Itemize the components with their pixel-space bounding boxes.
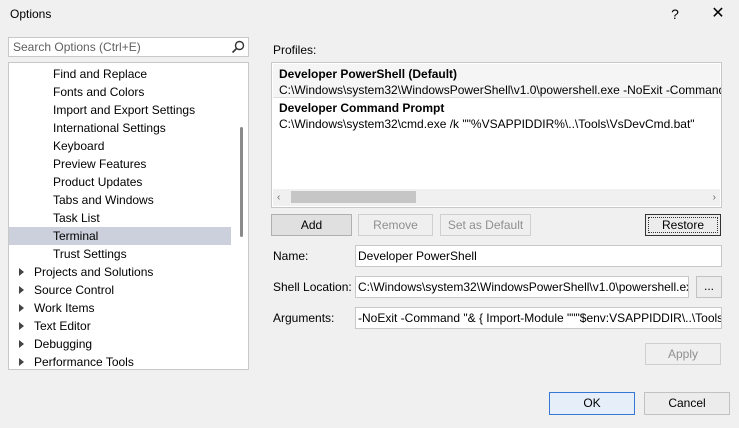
close-button[interactable]: ✕ (702, 3, 734, 25)
add-button[interactable]: Add (271, 214, 352, 236)
restore-button[interactable]: Restore (645, 214, 721, 236)
profile-command: C:\Windows\system32\WindowsPowerShell\v1… (279, 83, 722, 97)
name-label: Name: (273, 249, 309, 263)
scroll-right-icon[interactable]: › (713, 192, 716, 203)
name-field[interactable]: Developer PowerShell (355, 245, 722, 267)
help-button[interactable]: ? (661, 3, 689, 25)
tree-item[interactable]: Text Editor (9, 317, 231, 335)
window-title: Options (10, 7, 52, 21)
ok-button[interactable]: OK (549, 392, 635, 415)
expand-arrow-icon[interactable] (19, 340, 24, 348)
arguments-value: -NoExit -Command "& { Import-Module """$… (358, 311, 721, 325)
name-value: Developer PowerShell (358, 249, 477, 263)
profile-name: Developer PowerShell (Default) (279, 67, 458, 81)
cancel-button[interactable]: Cancel (644, 392, 730, 415)
tree-item-label: Debugging (34, 337, 93, 351)
expand-arrow-icon[interactable] (19, 286, 24, 294)
tree-item-label: Source Control (34, 283, 115, 297)
title-bar: Options ? ✕ (0, 0, 739, 30)
arguments-label: Arguments: (273, 311, 335, 325)
options-tree[interactable]: Find and Replace Fonts and Colors Import a… (8, 62, 249, 370)
scrollbar-thumb[interactable] (291, 191, 416, 203)
profile-item[interactable]: Developer Command Prompt C:\Windows\syst… (273, 98, 720, 131)
tree-item-label: Keyboard (53, 139, 105, 153)
tree-scrollbar[interactable] (240, 127, 243, 237)
expand-arrow-icon[interactable] (19, 322, 24, 330)
search-input[interactable] (9, 38, 233, 56)
search-box (8, 37, 249, 57)
tree-item[interactable]: International Settings (9, 119, 231, 137)
tree-item[interactable]: Find and Replace (9, 65, 231, 83)
tree-item-label: Fonts and Colors (53, 85, 145, 99)
horizontal-scrollbar[interactable]: ‹ › (273, 189, 720, 206)
expand-arrow-icon[interactable] (19, 304, 24, 312)
tree-item[interactable]: Performance Tools (9, 353, 231, 369)
shell-location-value: C:\Windows\system32\WindowsPowerShell\v1… (358, 280, 689, 294)
tree-item[interactable]: Terminal (9, 227, 231, 245)
tree-item-label: International Settings (53, 121, 166, 135)
tree-item[interactable]: Product Updates (9, 173, 231, 191)
tree-item-label: Product Updates (53, 175, 143, 189)
scroll-left-icon[interactable]: ‹ (277, 192, 280, 203)
profile-name: Developer Command Prompt (279, 101, 445, 115)
profiles-label: Profiles: (273, 43, 317, 57)
search-icon[interactable] (231, 40, 245, 54)
tree-item[interactable]: Task List (9, 209, 231, 227)
tree-item[interactable]: Tabs and Windows (9, 191, 231, 209)
tree-item-label: Task List (53, 211, 100, 225)
tree-item-label: Find and Replace (53, 67, 148, 81)
browse-button[interactable]: ... (696, 276, 722, 298)
tree-item[interactable]: Import and Export Settings (9, 101, 231, 119)
tree-item[interactable]: Keyboard (9, 137, 231, 155)
shell-location-field[interactable]: C:\Windows\system32\WindowsPowerShell\v1… (355, 276, 689, 298)
tree-item-label: Trust Settings (53, 247, 127, 261)
tree-item[interactable]: Work Items (9, 299, 231, 317)
tree-item-label: Work Items (34, 301, 95, 315)
tree-item-label: Preview Features (53, 157, 147, 171)
set-as-default-button[interactable]: Set as Default (440, 214, 531, 236)
tree-item-label: Tabs and Windows (53, 193, 154, 207)
tree-item[interactable]: Preview Features (9, 155, 231, 173)
tree-item[interactable]: Debugging (9, 335, 231, 353)
tree-item-label: Projects and Solutions (34, 265, 154, 279)
tree-item-label: Terminal (53, 229, 99, 243)
profile-item[interactable]: Developer PowerShell (Default) C:\Window… (273, 64, 722, 98)
tree-item[interactable]: Trust Settings (9, 245, 231, 263)
tree-item[interactable]: Fonts and Colors (9, 83, 231, 101)
tree-item[interactable]: Projects and Solutions (9, 263, 231, 281)
arguments-field[interactable]: -NoExit -Command "& { Import-Module """$… (355, 307, 722, 329)
tree-item[interactable]: Source Control (9, 281, 231, 299)
profile-command: C:\Windows\system32\cmd.exe /k ""%VSAPPI… (279, 117, 695, 131)
tree-item-label: Text Editor (34, 319, 91, 333)
apply-button[interactable]: Apply (645, 343, 721, 365)
tree-item-label: Import and Export Settings (53, 103, 196, 117)
tree-item-label: Performance Tools (34, 355, 134, 369)
shell-location-label: Shell Location: (273, 280, 352, 294)
remove-button[interactable]: Remove (358, 214, 433, 236)
expand-arrow-icon[interactable] (19, 358, 24, 366)
profiles-list[interactable]: Developer PowerShell (Default) C:\Window… (271, 62, 722, 208)
expand-arrow-icon[interactable] (19, 268, 24, 276)
